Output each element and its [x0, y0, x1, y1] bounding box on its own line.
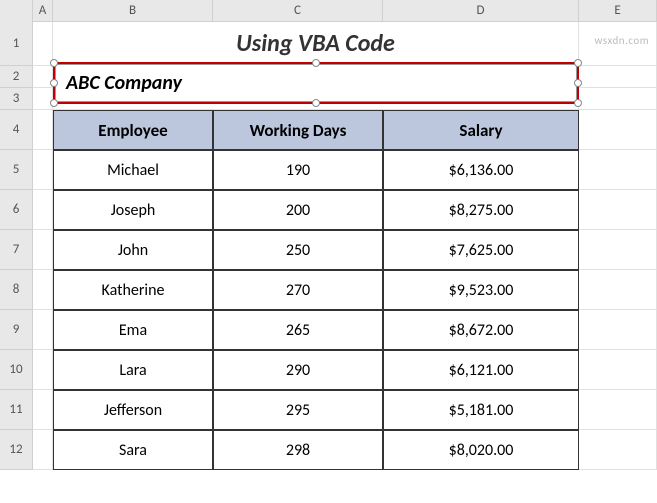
row-header-3[interactable]: 3	[0, 88, 33, 110]
cell-A11[interactable]	[33, 390, 53, 430]
cell-E7[interactable]	[579, 230, 657, 270]
row-header-2[interactable]: 2	[0, 66, 33, 88]
textbox-selection[interactable]: ABC Company	[53, 62, 579, 104]
cell-E9[interactable]	[579, 310, 657, 350]
table-cell-working-days[interactable]: 190	[213, 150, 383, 190]
textbox-text: ABC Company	[66, 71, 182, 95]
cell-A3[interactable]	[33, 88, 53, 110]
row-header-6[interactable]: 6	[0, 190, 33, 230]
resize-handle-icon[interactable]	[50, 79, 58, 87]
row-header-10[interactable]: 10	[0, 350, 33, 390]
row-header-5[interactable]: 5	[0, 150, 33, 190]
cell-E8[interactable]	[579, 270, 657, 310]
table-cell-salary[interactable]: $6,121.00	[383, 350, 579, 390]
resize-handle-icon[interactable]	[50, 59, 58, 67]
table-cell-employee[interactable]: Jefferson	[53, 390, 213, 430]
cell-E2[interactable]	[579, 66, 657, 88]
table-cell-employee[interactable]: Michael	[53, 150, 213, 190]
table-cell-salary[interactable]: $8,020.00	[383, 430, 579, 470]
cell-A12[interactable]	[33, 430, 53, 470]
table-cell-employee[interactable]: Katherine	[53, 270, 213, 310]
cell-A6[interactable]	[33, 190, 53, 230]
table-cell-salary[interactable]: $8,672.00	[383, 310, 579, 350]
cell-A7[interactable]	[33, 230, 53, 270]
table-cell-working-days[interactable]: 295	[213, 390, 383, 430]
resize-handle-icon[interactable]	[50, 99, 58, 107]
col-header-E[interactable]: E	[579, 0, 657, 21]
row-header-4[interactable]: 4	[0, 110, 33, 150]
row-header-1[interactable]: 1	[0, 22, 33, 66]
resize-handle-icon[interactable]	[312, 99, 320, 107]
col-header-D[interactable]: D	[383, 0, 579, 21]
table-cell-salary[interactable]: $7,625.00	[383, 230, 579, 270]
header-working-days[interactable]: Working Days	[213, 110, 383, 150]
table-cell-working-days[interactable]: 200	[213, 190, 383, 230]
table-cell-salary[interactable]: $6,136.00	[383, 150, 579, 190]
cell-A10[interactable]	[33, 350, 53, 390]
resize-handle-icon[interactable]	[574, 79, 582, 87]
row-header-9[interactable]: 9	[0, 310, 33, 350]
cell-A9[interactable]	[33, 310, 53, 350]
row-header-8[interactable]: 8	[0, 270, 33, 310]
row-header-12[interactable]: 12	[0, 430, 33, 470]
watermark-text: wsxdn.com	[595, 34, 649, 47]
cell-E3[interactable]	[579, 88, 657, 110]
textbox[interactable]: ABC Company	[55, 64, 577, 102]
resize-handle-icon[interactable]	[574, 59, 582, 67]
select-all-corner[interactable]	[0, 0, 33, 22]
cell-E4[interactable]	[579, 110, 657, 150]
table-cell-working-days[interactable]: 270	[213, 270, 383, 310]
table-cell-working-days[interactable]: 265	[213, 310, 383, 350]
cell-E5[interactable]	[579, 150, 657, 190]
col-header-A[interactable]: A	[33, 0, 53, 21]
table-cell-salary[interactable]: $5,181.00	[383, 390, 579, 430]
table-cell-working-days[interactable]: 298	[213, 430, 383, 470]
table-cell-employee[interactable]: Ema	[53, 310, 213, 350]
table-cell-working-days[interactable]: 290	[213, 350, 383, 390]
resize-handle-icon[interactable]	[312, 59, 320, 67]
header-salary[interactable]: Salary	[383, 110, 579, 150]
header-employee[interactable]: Employee	[53, 110, 213, 150]
table-cell-salary[interactable]: $9,523.00	[383, 270, 579, 310]
row-header-11[interactable]: 11	[0, 390, 33, 430]
cell-E10[interactable]	[579, 350, 657, 390]
cell-A4[interactable]	[33, 110, 53, 150]
table-cell-employee[interactable]: Joseph	[53, 190, 213, 230]
table-cell-working-days[interactable]: 250	[213, 230, 383, 270]
table-cell-employee[interactable]: John	[53, 230, 213, 270]
cell-E12[interactable]	[579, 430, 657, 470]
column-headers: A B C D E	[0, 0, 657, 22]
cell-E6[interactable]	[579, 190, 657, 230]
cell-A5[interactable]	[33, 150, 53, 190]
col-header-B[interactable]: B	[53, 0, 213, 21]
cell-A8[interactable]	[33, 270, 53, 310]
table-cell-employee[interactable]: Lara	[53, 350, 213, 390]
col-header-C[interactable]: C	[213, 0, 383, 21]
resize-handle-icon[interactable]	[574, 99, 582, 107]
table-cell-employee[interactable]: Sara	[53, 430, 213, 470]
table-cell-salary[interactable]: $8,275.00	[383, 190, 579, 230]
cell-E11[interactable]	[579, 390, 657, 430]
row-header-7[interactable]: 7	[0, 230, 33, 270]
